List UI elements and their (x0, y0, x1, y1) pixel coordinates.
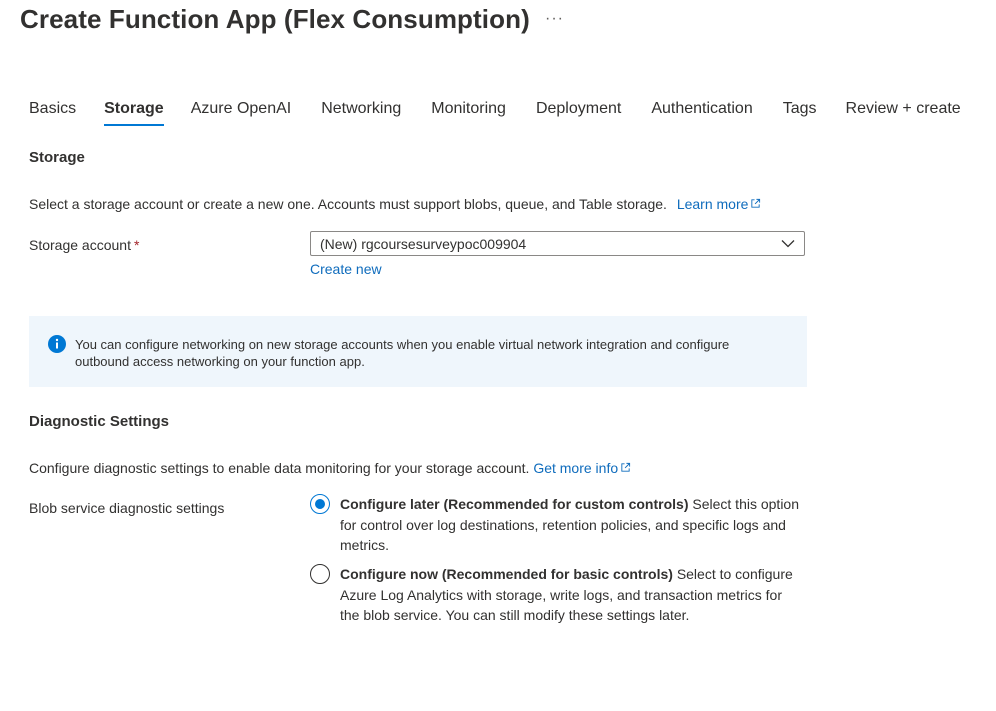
tab-tags[interactable]: Tags (783, 100, 817, 126)
diagnostic-description: Configure diagnostic settings to enable … (29, 460, 631, 476)
info-icon (48, 335, 66, 353)
info-banner: You can configure networking on new stor… (29, 316, 807, 387)
tab-deployment[interactable]: Deployment (536, 100, 621, 126)
storage-heading: Storage (29, 149, 85, 166)
radio-option-configure-later[interactable]: Configure later (Recommended for custom … (310, 494, 805, 556)
option-now-text: Configure now (Recommended for basic con… (340, 564, 805, 626)
storage-account-value: (New) rgcoursesurveypoc009904 (320, 236, 527, 252)
diagnostic-settings-heading: Diagnostic Settings (29, 413, 170, 430)
tab-monitoring[interactable]: Monitoring (431, 100, 506, 126)
storage-description: Select a storage account or create a new… (29, 196, 761, 212)
tab-networking[interactable]: Networking (321, 100, 401, 126)
tab-review-create[interactable]: Review + create (846, 100, 961, 126)
blob-diagnostic-label: Blob service diagnostic settings (29, 500, 225, 516)
learn-more-label: Learn more (676, 196, 749, 212)
page-title: Create Function App (Flex Consumption) (20, 4, 530, 34)
radio-configure-now[interactable] (310, 564, 330, 584)
get-more-info-label: Get more info (533, 460, 619, 476)
required-marker: * (133, 237, 140, 253)
storage-description-text: Select a storage account or create a new… (29, 196, 667, 212)
radio-configure-later[interactable] (310, 494, 330, 514)
create-new-link[interactable]: Create new (310, 261, 382, 277)
storage-account-label-text: Storage account (29, 237, 131, 253)
option-later-title: Configure later (Recommended for custom … (340, 496, 689, 512)
radio-option-configure-now[interactable]: Configure now (Recommended for basic con… (310, 564, 805, 626)
option-now-title: Configure now (Recommended for basic con… (340, 566, 673, 582)
tab-azure-openai[interactable]: Azure OpenAI (191, 100, 292, 126)
info-text: You can configure networking on new stor… (75, 337, 730, 369)
get-more-info-link[interactable]: Get more info (533, 460, 631, 476)
storage-account-label: Storage account * (29, 237, 139, 253)
tab-bar: Basics Storage Azure OpenAI Networking M… (29, 100, 961, 126)
option-later-text: Configure later (Recommended for custom … (340, 494, 805, 556)
learn-more-link[interactable]: Learn more (677, 196, 762, 212)
external-link-icon (751, 198, 761, 208)
tab-basics[interactable]: Basics (29, 100, 76, 126)
storage-account-dropdown[interactable]: (New) rgcoursesurveypoc009904 (310, 231, 805, 256)
tab-authentication[interactable]: Authentication (651, 100, 752, 126)
more-options-icon[interactable]: ··· (545, 10, 564, 28)
chevron-down-icon (781, 240, 795, 248)
external-link-icon (621, 462, 631, 472)
diagnostic-description-text: Configure diagnostic settings to enable … (29, 460, 530, 476)
tab-storage[interactable]: Storage (104, 100, 164, 126)
